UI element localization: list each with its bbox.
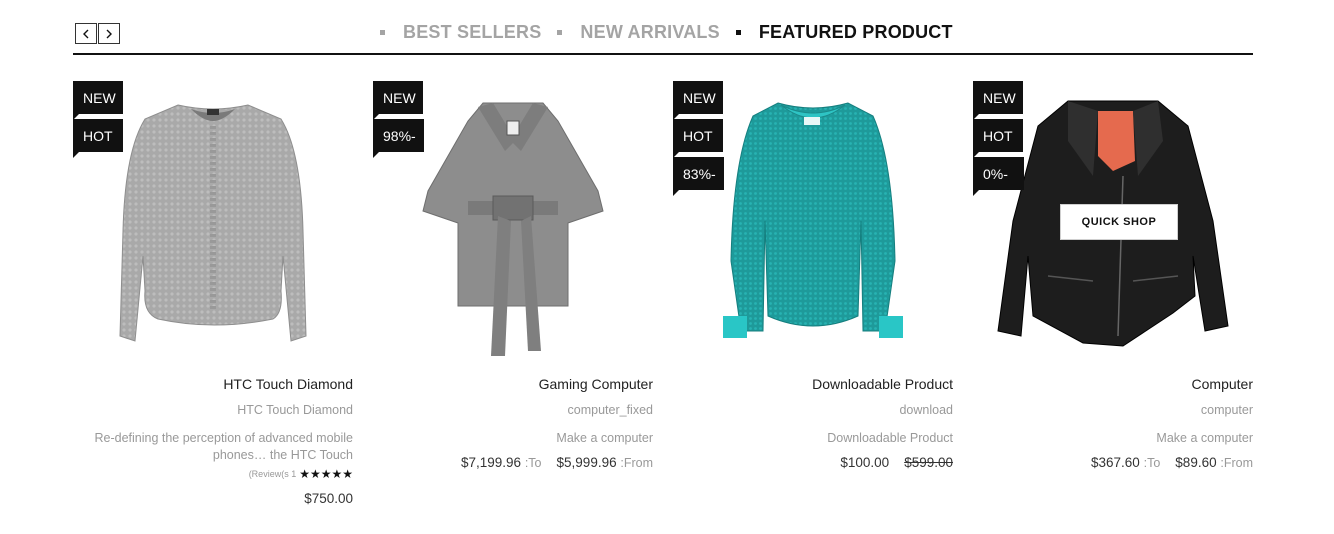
product-price: $100.00: [840, 455, 890, 470]
product-title[interactable]: Computer: [973, 376, 1253, 394]
price-high-label: :To: [524, 456, 542, 470]
product-title[interactable]: Downloadable Product: [673, 376, 953, 394]
star-rating-icon: ★★★★★: [299, 467, 353, 481]
chevron-left-icon: [83, 29, 89, 38]
tab-best-sellers[interactable]: BEST SELLERS: [380, 22, 541, 43]
square-bullet-icon: [380, 29, 385, 35]
product-card: NEW HOT 83%- Downloadable Product downlo…: [673, 81, 953, 470]
price-high-label: :To: [1143, 456, 1161, 470]
prev-button[interactable]: [75, 23, 97, 44]
product-price-range: $7,199.96 :To $5,999.96 :From: [373, 455, 653, 470]
tab-new-arrivals[interactable]: NEW ARRIVALS: [557, 22, 720, 43]
price-high: $7,199.96: [461, 455, 522, 470]
price-high: $367.60: [1091, 455, 1140, 470]
badge-discount: 83%-: [673, 157, 724, 196]
old-price: $599.00: [904, 455, 953, 470]
square-bullet-icon: [735, 29, 741, 35]
product-image[interactable]: NEW HOT 0%- QUICK SHOP: [973, 81, 1253, 361]
badge-hot: HOT: [973, 119, 1023, 158]
product-info: HTC Touch Diamond HTC Touch Diamond Re-d…: [73, 376, 353, 506]
product-image[interactable]: NEW 98%-: [373, 81, 653, 361]
product-description: Re-defining the perception of advanced m…: [94, 431, 353, 462]
product-price-block: $100.00 $599.00: [673, 455, 953, 470]
product-title[interactable]: HTC Touch Diamond: [73, 376, 353, 394]
price-low: $89.60: [1175, 455, 1217, 470]
carousel-nav: [75, 23, 120, 44]
product-description: Make a computer: [1156, 431, 1253, 445]
next-button[interactable]: [98, 23, 120, 44]
product-description: Downloadable Product: [827, 431, 953, 445]
product-tabs: BEST SELLERS NEW ARRIVALS FEATURED PRODU…: [380, 20, 953, 44]
review-count: (Review(s 1: [248, 469, 297, 479]
product-title[interactable]: Gaming Computer: [373, 376, 653, 394]
badge-hot: HOT: [673, 119, 723, 158]
product-image[interactable]: NEW HOT: [73, 81, 353, 361]
product-info: Gaming Computer computer_fixed Make a co…: [373, 376, 653, 470]
product-image[interactable]: NEW HOT 83%-: [673, 81, 953, 361]
product-info: Computer computer Make a computer $367.6…: [973, 376, 1253, 470]
product-card: NEW HOT 0%- QUICK SHOP Computer computer…: [973, 81, 1253, 470]
product-price-range: $367.60 :To $89.60 :From: [973, 455, 1253, 470]
product-subtitle: computer: [1200, 403, 1253, 417]
badge-hot: HOT: [73, 119, 123, 158]
product-subtitle: computer_fixed: [567, 403, 653, 417]
badge-new: NEW: [373, 81, 423, 120]
price-low-label: :From: [1220, 456, 1253, 470]
badge-new: NEW: [73, 81, 123, 120]
badge-discount: 98%-: [373, 119, 424, 158]
product-card: NEW 98%- Gaming Computer computer_fixed …: [373, 81, 653, 470]
header-divider: [73, 53, 1253, 55]
badge-new: NEW: [973, 81, 1023, 120]
badge-new: NEW: [673, 81, 723, 120]
product-rating: (Review(s 1 ★★★★★: [73, 467, 353, 481]
product-price: $750.00: [304, 491, 353, 506]
badge-discount: 0%-: [973, 157, 1024, 196]
price-low-label: :From: [620, 456, 653, 470]
square-bullet-icon: [557, 29, 563, 35]
product-subtitle: HTC Touch Diamond: [237, 403, 353, 417]
product-description: Make a computer: [556, 431, 653, 445]
price-low: $5,999.96: [556, 455, 617, 470]
product-subtitle: download: [899, 403, 953, 417]
chevron-right-icon: [106, 29, 112, 38]
product-info: Downloadable Product download Downloadab…: [673, 376, 953, 470]
tab-featured-product[interactable]: FEATURED PRODUCT: [735, 22, 953, 43]
quick-shop-button[interactable]: QUICK SHOP: [1060, 204, 1178, 240]
product-card: NEW HOT HTC Touch Diamond HTC Touch Diam…: [73, 81, 353, 506]
